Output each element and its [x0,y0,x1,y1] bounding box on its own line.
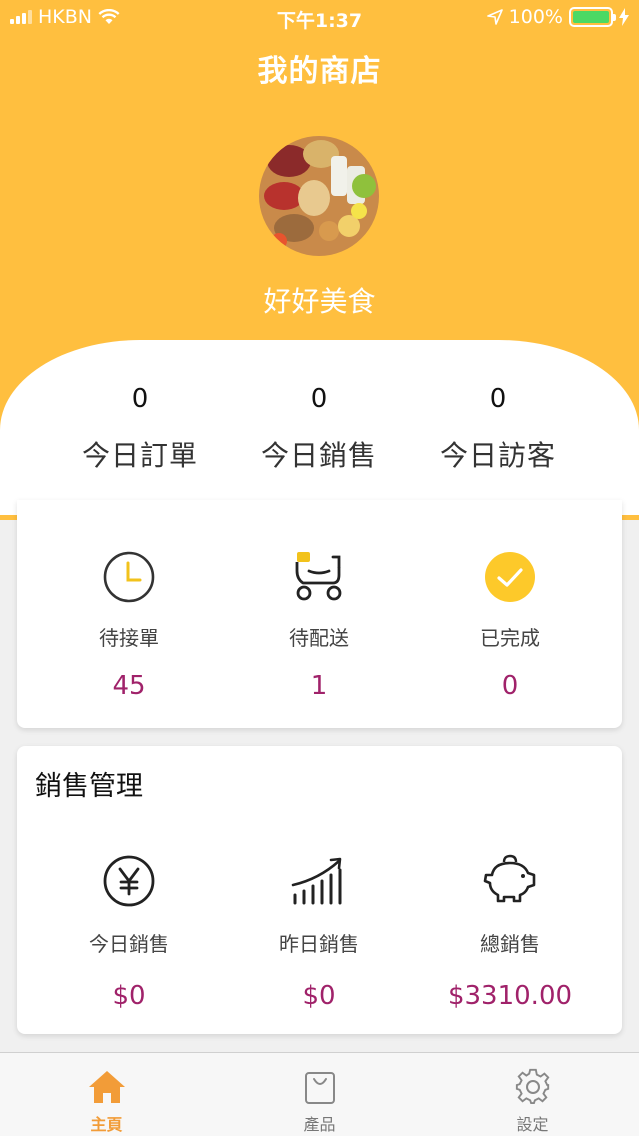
tab-label: 主頁 [90,1115,123,1134]
summary-label: 今日訪客 [439,439,556,472]
growth-chart-icon [219,852,419,910]
tab-home[interactable]: 主頁 [0,1053,213,1136]
store-avatar[interactable] [259,136,379,256]
location-arrow-icon [486,9,503,25]
today-summary-panel: 0 今日訂單 0 今日銷售 0 今日訪客 [0,340,639,515]
summary-value: 0 [489,384,507,414]
home-icon [0,1053,213,1105]
stat-label: 待接單 [99,626,159,650]
stat-label: 已完成 [480,626,540,650]
stat-value: $3310.00 [447,981,573,1011]
summary-label: 今日銷售 [260,439,377,472]
summary-today-visitors[interactable]: 0 今日訪客 [398,384,598,474]
stat-value: 1 [310,671,328,701]
today-sales-item[interactable]: 今日銷售 $0 [29,852,229,1011]
stat-label: 待配送 [289,626,349,650]
stat-label: 今日銷售 [89,932,169,956]
clock-icon [29,548,229,606]
bottom-tab-bar: 主頁 產品 設定 [0,1052,639,1136]
yesterday-sales-item[interactable]: 昨日銷售 $0 [219,852,419,1011]
pending-orders-item[interactable]: 待接單 45 [29,548,229,701]
stat-value: $0 [112,981,146,1011]
orders-card: 待接單 45 待配送 1 已完成 0 [17,500,622,728]
pending-delivery-item[interactable]: 待配送 1 [219,548,419,701]
summary-today-orders[interactable]: 0 今日訂單 [40,384,240,474]
gear-icon [426,1053,639,1105]
status-bar: HKBN 下午1:37 100% [0,0,639,36]
stat-value: 0 [501,671,519,701]
groceries-image [259,136,379,256]
yen-circle-icon [29,852,229,910]
sales-management-card: 銷售管理 今日銷售 $0 昨日銷售 $0 總銷售 $3310.00 [17,746,622,1034]
shopping-bag-icon [213,1053,426,1105]
summary-label: 今日訂單 [81,439,198,472]
status-right: 100% [486,6,629,28]
stat-value: $0 [302,981,336,1011]
piggy-bank-icon [410,852,610,910]
card-title: 銷售管理 [35,771,143,802]
store-name: 好好美食 [263,285,376,318]
battery-percent: 100% [508,6,563,28]
completed-orders-item[interactable]: 已完成 0 [410,548,610,701]
total-sales-item[interactable]: 總銷售 $3310.00 [410,852,610,1011]
checkmark-circle-icon [410,548,610,606]
delivery-scooter-icon [219,548,419,606]
battery-icon [569,7,616,27]
tab-label: 設定 [516,1115,549,1134]
summary-today-sales[interactable]: 0 今日銷售 [219,384,419,474]
stat-label: 昨日銷售 [279,932,359,956]
tab-products[interactable]: 產品 [213,1053,426,1136]
stat-label: 總銷售 [480,932,540,956]
page-title: 我的商店 [257,54,382,89]
tab-label: 產品 [303,1115,336,1134]
charging-bolt-icon [619,8,629,26]
summary-value: 0 [310,384,328,414]
summary-value: 0 [131,384,149,414]
stat-value: 45 [112,671,146,701]
tab-settings[interactable]: 設定 [426,1053,639,1136]
